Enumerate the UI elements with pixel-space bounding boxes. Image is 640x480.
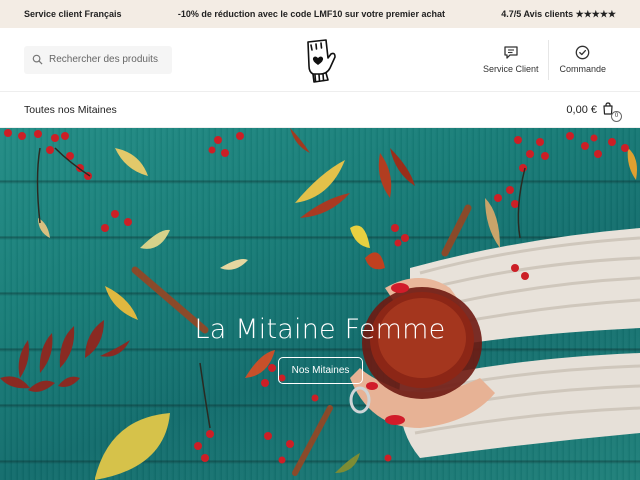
cart-count-badge: 0 [611, 110, 622, 122]
customer-service-label: Service Client [482, 64, 539, 74]
mitten-heart-logo[interactable] [298, 36, 342, 84]
announcement-bar: Service client Français -10% de réductio… [0, 0, 640, 28]
search-icon [32, 54, 43, 65]
customer-service-link[interactable]: Service Client [473, 45, 549, 74]
shop-mittens-button[interactable]: Nos Mitaines [278, 357, 363, 384]
search-input[interactable] [49, 54, 159, 65]
chat-bubble-icon [504, 46, 518, 59]
main-nav: Toutes nos Mitaines 0,00 € 0 [0, 92, 640, 128]
hero-background-image [0, 128, 640, 480]
check-circle-icon [575, 45, 590, 60]
hero-banner: La Mitaine Femme Nos Mitaines [0, 128, 640, 480]
cart-total: 0,00 € [566, 103, 597, 116]
customer-service-note: Service client Français [24, 9, 122, 19]
order-link[interactable]: Commande [549, 45, 616, 74]
cart-button[interactable]: 0,00 € 0 [566, 101, 622, 122]
nav-all-mittens[interactable]: Toutes nos Mitaines [24, 104, 117, 116]
reviews-rating[interactable]: 4.7/5 Avis clients ★★★★★ [501, 9, 616, 20]
hero-title: La Mitaine Femme [194, 314, 446, 345]
promo-message: -10% de réduction avec le code LMF10 sur… [177, 9, 445, 19]
order-label: Commande [559, 64, 606, 74]
cart-icon: 0 [602, 101, 622, 122]
header-actions: Service Client Commande [473, 28, 616, 91]
search-bar[interactable] [24, 45, 172, 74]
site-header: Service Client Commande [0, 28, 640, 92]
